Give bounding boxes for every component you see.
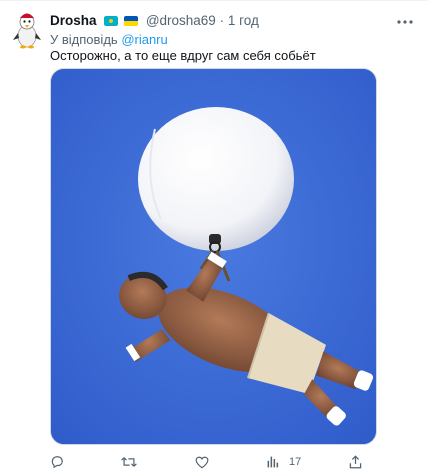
action-bar: 17 [0,453,428,471]
retweet-button[interactable] [121,453,137,471]
reply-button[interactable] [50,453,64,471]
tweet-media[interactable] [50,68,377,445]
tweet-header: Drosha @drosha69 · 1 год [50,12,259,30]
more-options-button[interactable] [394,10,416,28]
avatar[interactable] [10,9,44,49]
user-handle[interactable]: @drosha69 [146,13,216,28]
tweet-card[interactable]: Drosha @drosha69 · 1 год У відповідь @ri… [0,0,428,472]
tweet-time[interactable]: 1 год [228,13,259,28]
share-button[interactable] [349,453,362,471]
views-button[interactable]: 17 [267,453,301,471]
reply-context: У відповідь @rianru [50,32,168,47]
retweet-icon [121,457,137,467]
balloon-man-photo [51,69,376,444]
ukraine-flag-icon [124,16,139,27]
separator-dot: · [219,13,225,28]
share-icon [349,455,362,469]
display-name[interactable]: Drosha [50,13,97,28]
reply-icon [51,456,63,469]
like-button[interactable] [195,453,209,471]
more-dots-icon [397,20,413,24]
heart-icon [195,456,209,468]
views-count: 17 [289,456,302,468]
tweet-text: Осторожно, а то еще вдруг сам себя собьё… [50,48,316,63]
reply-prefix: У відповідь [50,32,118,47]
reply-handle-link[interactable]: @rianru [121,32,167,47]
views-chart-icon [267,456,279,468]
kazakhstan-flag-icon [104,16,119,27]
